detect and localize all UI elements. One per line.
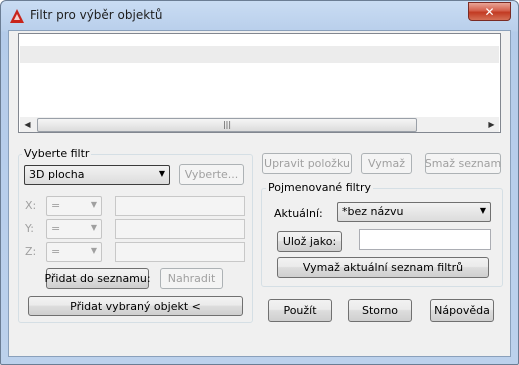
list-item[interactable] (20, 46, 499, 63)
delete-current-filter-list-button[interactable]: Vymaž aktuální seznam filtrů (277, 257, 489, 278)
object-type-combo[interactable]: 3D plocha ▼ (24, 165, 170, 185)
x-value-field[interactable] (115, 196, 245, 216)
z-operator-value: = (51, 245, 61, 258)
x-label: X: (25, 199, 37, 212)
z-value-field[interactable] (115, 242, 245, 262)
chevron-down-icon: ▼ (90, 223, 97, 232)
scroll-thumb[interactable]: ||| (37, 118, 417, 132)
current-filter-value: *bez názvu (342, 205, 404, 218)
select-filter-group-label: Vyberte filtr (22, 147, 92, 160)
edit-item-button[interactable]: Upravit položku (262, 153, 352, 174)
current-filter-combo[interactable]: *bez názvu ▼ (337, 202, 491, 222)
replace-button[interactable]: Nahradit (160, 268, 223, 289)
y-label: Y: (25, 222, 34, 235)
y-value-field[interactable] (115, 219, 245, 239)
object-type-value: 3D plocha (29, 168, 85, 181)
named-filters-group-label: Pojmenované filtry (266, 181, 374, 194)
dialog-body: ◀ ||| ▶ Vyberte filtr 3D plocha ▼ Vybert… (8, 30, 511, 357)
z-label: Z: (25, 245, 37, 258)
delete-button[interactable]: Vymaž (361, 153, 412, 174)
chevron-down-icon: ▼ (158, 169, 165, 178)
y-operator-combo[interactable]: = ▼ (46, 219, 102, 239)
add-to-list-button[interactable]: Přidat do seznamu: (44, 268, 151, 289)
scroll-right-icon[interactable]: ▶ (484, 117, 499, 132)
x-operator-combo[interactable]: = ▼ (46, 196, 102, 216)
x-operator-value: = (51, 199, 61, 212)
close-button[interactable]: ✕ (468, 2, 511, 21)
help-button[interactable]: Nápověda (430, 299, 494, 322)
clear-list-button[interactable]: Smaž seznam (425, 153, 501, 174)
apply-button[interactable]: Použít (268, 299, 332, 322)
scroll-left-icon[interactable]: ◀ (20, 117, 35, 132)
filter-list[interactable]: ◀ ||| ▶ (18, 33, 501, 133)
select-button[interactable]: Vyberte... (179, 164, 244, 185)
chevron-down-icon: ▼ (90, 200, 97, 209)
cancel-button[interactable]: Storno (348, 299, 412, 322)
chevron-down-icon: ▼ (90, 246, 97, 255)
current-filter-label: Aktuální: (274, 207, 323, 220)
window-title: Filtr pro výběr objektů (30, 8, 163, 22)
dialog-window: Filtr pro výběr objektů ✕ ◀ ||| ▶ Vybert… (0, 0, 519, 365)
add-selected-object-button[interactable]: Přidat vybraný objekt < (28, 296, 243, 316)
z-operator-combo[interactable]: = ▼ (46, 242, 102, 262)
autocad-logo-icon (10, 9, 24, 23)
horizontal-scrollbar[interactable]: ◀ ||| ▶ (20, 117, 499, 132)
close-icon: ✕ (484, 4, 495, 19)
y-operator-value: = (51, 222, 61, 235)
chevron-down-icon: ▼ (479, 206, 486, 215)
title-bar[interactable]: Filtr pro výběr objektů ✕ (1, 1, 518, 31)
save-as-button[interactable]: Ulož jako: (277, 231, 342, 252)
save-as-name-field[interactable] (359, 229, 491, 250)
